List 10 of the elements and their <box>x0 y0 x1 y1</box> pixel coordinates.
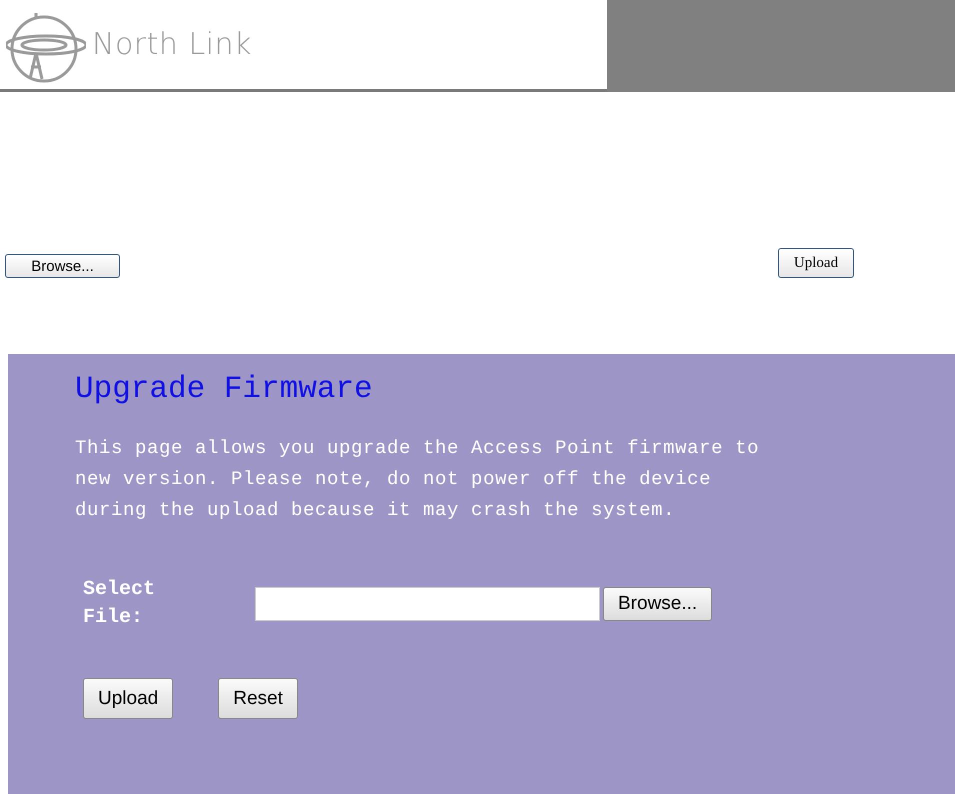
upload-button[interactable]: Upload <box>83 678 174 719</box>
page-title: Upgrade Firmware <box>75 372 374 407</box>
description-text: This page allows you upgrade the Access Point firmware to new version. Please note, do not power off the device during the upload because it may crash the system. <box>75 436 760 523</box>
file-label: Select File: <box>83 577 156 631</box>
reset-button[interactable]: Reset <box>218 678 298 719</box>
browse-button[interactable]: Browse... <box>5 254 120 278</box>
upload-button[interactable]: Upload <box>778 248 854 278</box>
browse-button[interactable]: Browse... <box>603 587 712 621</box>
file-path-field[interactable] <box>255 587 600 621</box>
logo-text: North Link <box>92 27 252 62</box>
